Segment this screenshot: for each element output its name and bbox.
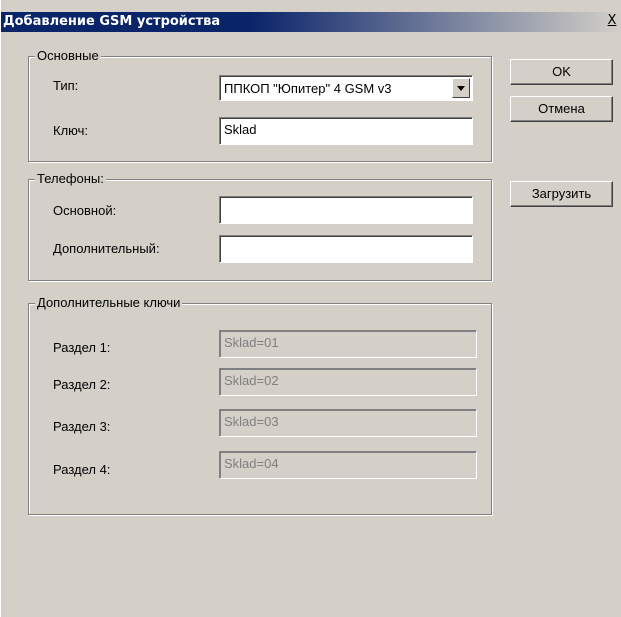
load-button[interactable]: Загрузить — [510, 181, 613, 207]
phones-group: Телефоны: — [28, 171, 492, 281]
main-phone-input[interactable] — [219, 196, 473, 224]
basic-group: Основные — [28, 48, 492, 162]
section-3-input: Sklad=03 — [219, 409, 477, 437]
main-phone-label: Основной: — [53, 203, 117, 218]
section-2-label: Раздел 2: — [53, 377, 111, 392]
title-bar[interactable]: Добавление GSM устройства X — [1, 12, 621, 32]
section-1-input: Sklad=01 — [219, 330, 477, 358]
section-2-input: Sklad=02 — [219, 368, 477, 396]
basic-group-legend: Основные — [35, 48, 101, 63]
type-label: Тип: — [53, 78, 79, 93]
extra-phone-input[interactable] — [219, 235, 473, 263]
type-select[interactable]: ППКОП "Юпитер" 4 GSM v3 — [219, 75, 473, 101]
dialog-window: Добавление GSM устройства X Основные Тип… — [0, 0, 621, 617]
extra-phone-label: Дополнительный: — [53, 241, 160, 256]
key-label: Ключ: — [53, 123, 89, 138]
ok-button[interactable]: OK — [510, 59, 613, 85]
section-4-input: Sklad=04 — [219, 451, 477, 479]
section-3-label: Раздел 3: — [53, 419, 111, 434]
close-button[interactable]: X — [604, 14, 620, 28]
type-select-value: ППКОП "Юпитер" 4 GSM v3 — [224, 81, 392, 96]
phones-group-legend: Телефоны: — [35, 171, 106, 186]
chevron-down-icon[interactable] — [452, 78, 470, 98]
extra-keys-group-legend: Дополнительные ключи — [35, 295, 183, 310]
cancel-button[interactable]: Отмена — [510, 96, 613, 122]
section-1-label: Раздел 1: — [53, 340, 111, 355]
section-4-label: Раздел 4: — [53, 462, 111, 477]
key-input[interactable]: Sklad — [219, 117, 473, 145]
window-title: Добавление GSM устройства — [3, 14, 221, 29]
